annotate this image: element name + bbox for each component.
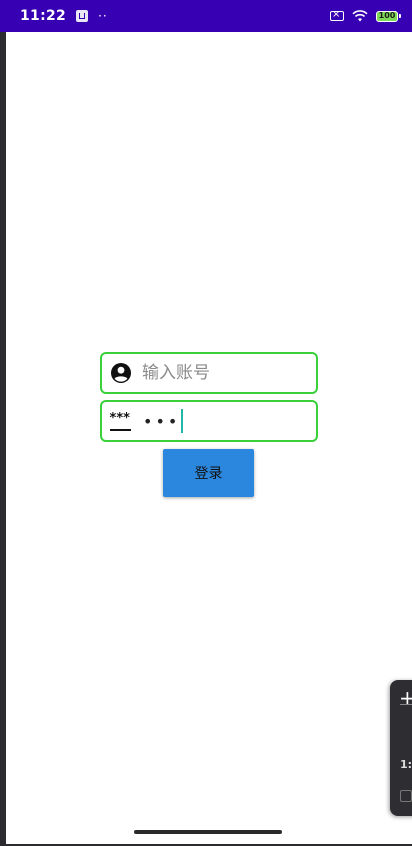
password-icon: *** (109, 410, 133, 432)
text-cursor (181, 409, 184, 433)
password-field-container[interactable]: *** ••• (100, 400, 318, 442)
screenshot-icon[interactable] (400, 790, 412, 802)
login-button[interactable]: 登录 (163, 449, 254, 497)
status-icons: 100 (330, 0, 401, 32)
status-bar: 11:22 ·· 100 (0, 0, 412, 32)
notification-app-icon (76, 10, 89, 22)
status-time: 11:22 (20, 8, 67, 24)
no-sim-icon (330, 8, 344, 22)
emulator-control-panel: + 1: (390, 680, 412, 816)
battery-icon: 100 (376, 10, 401, 22)
battery-level: 100 (378, 10, 396, 20)
phone-screen: 11:22 ·· 100 (0, 0, 412, 846)
login-screen: *** ••• 登录 (6, 32, 412, 844)
zoom-ratio-label: 1: (400, 758, 412, 771)
more-notifications-icon: ·· (98, 9, 108, 23)
username-field-container[interactable] (100, 352, 318, 394)
gesture-nav-handle[interactable] (134, 830, 282, 834)
zoom-out-button[interactable] (400, 704, 412, 705)
username-input[interactable] (140, 362, 304, 384)
password-input[interactable]: ••• (143, 412, 180, 431)
zoom-in-button[interactable]: + (399, 686, 412, 710)
wifi-icon (352, 10, 368, 22)
account-circle-icon (110, 362, 132, 384)
